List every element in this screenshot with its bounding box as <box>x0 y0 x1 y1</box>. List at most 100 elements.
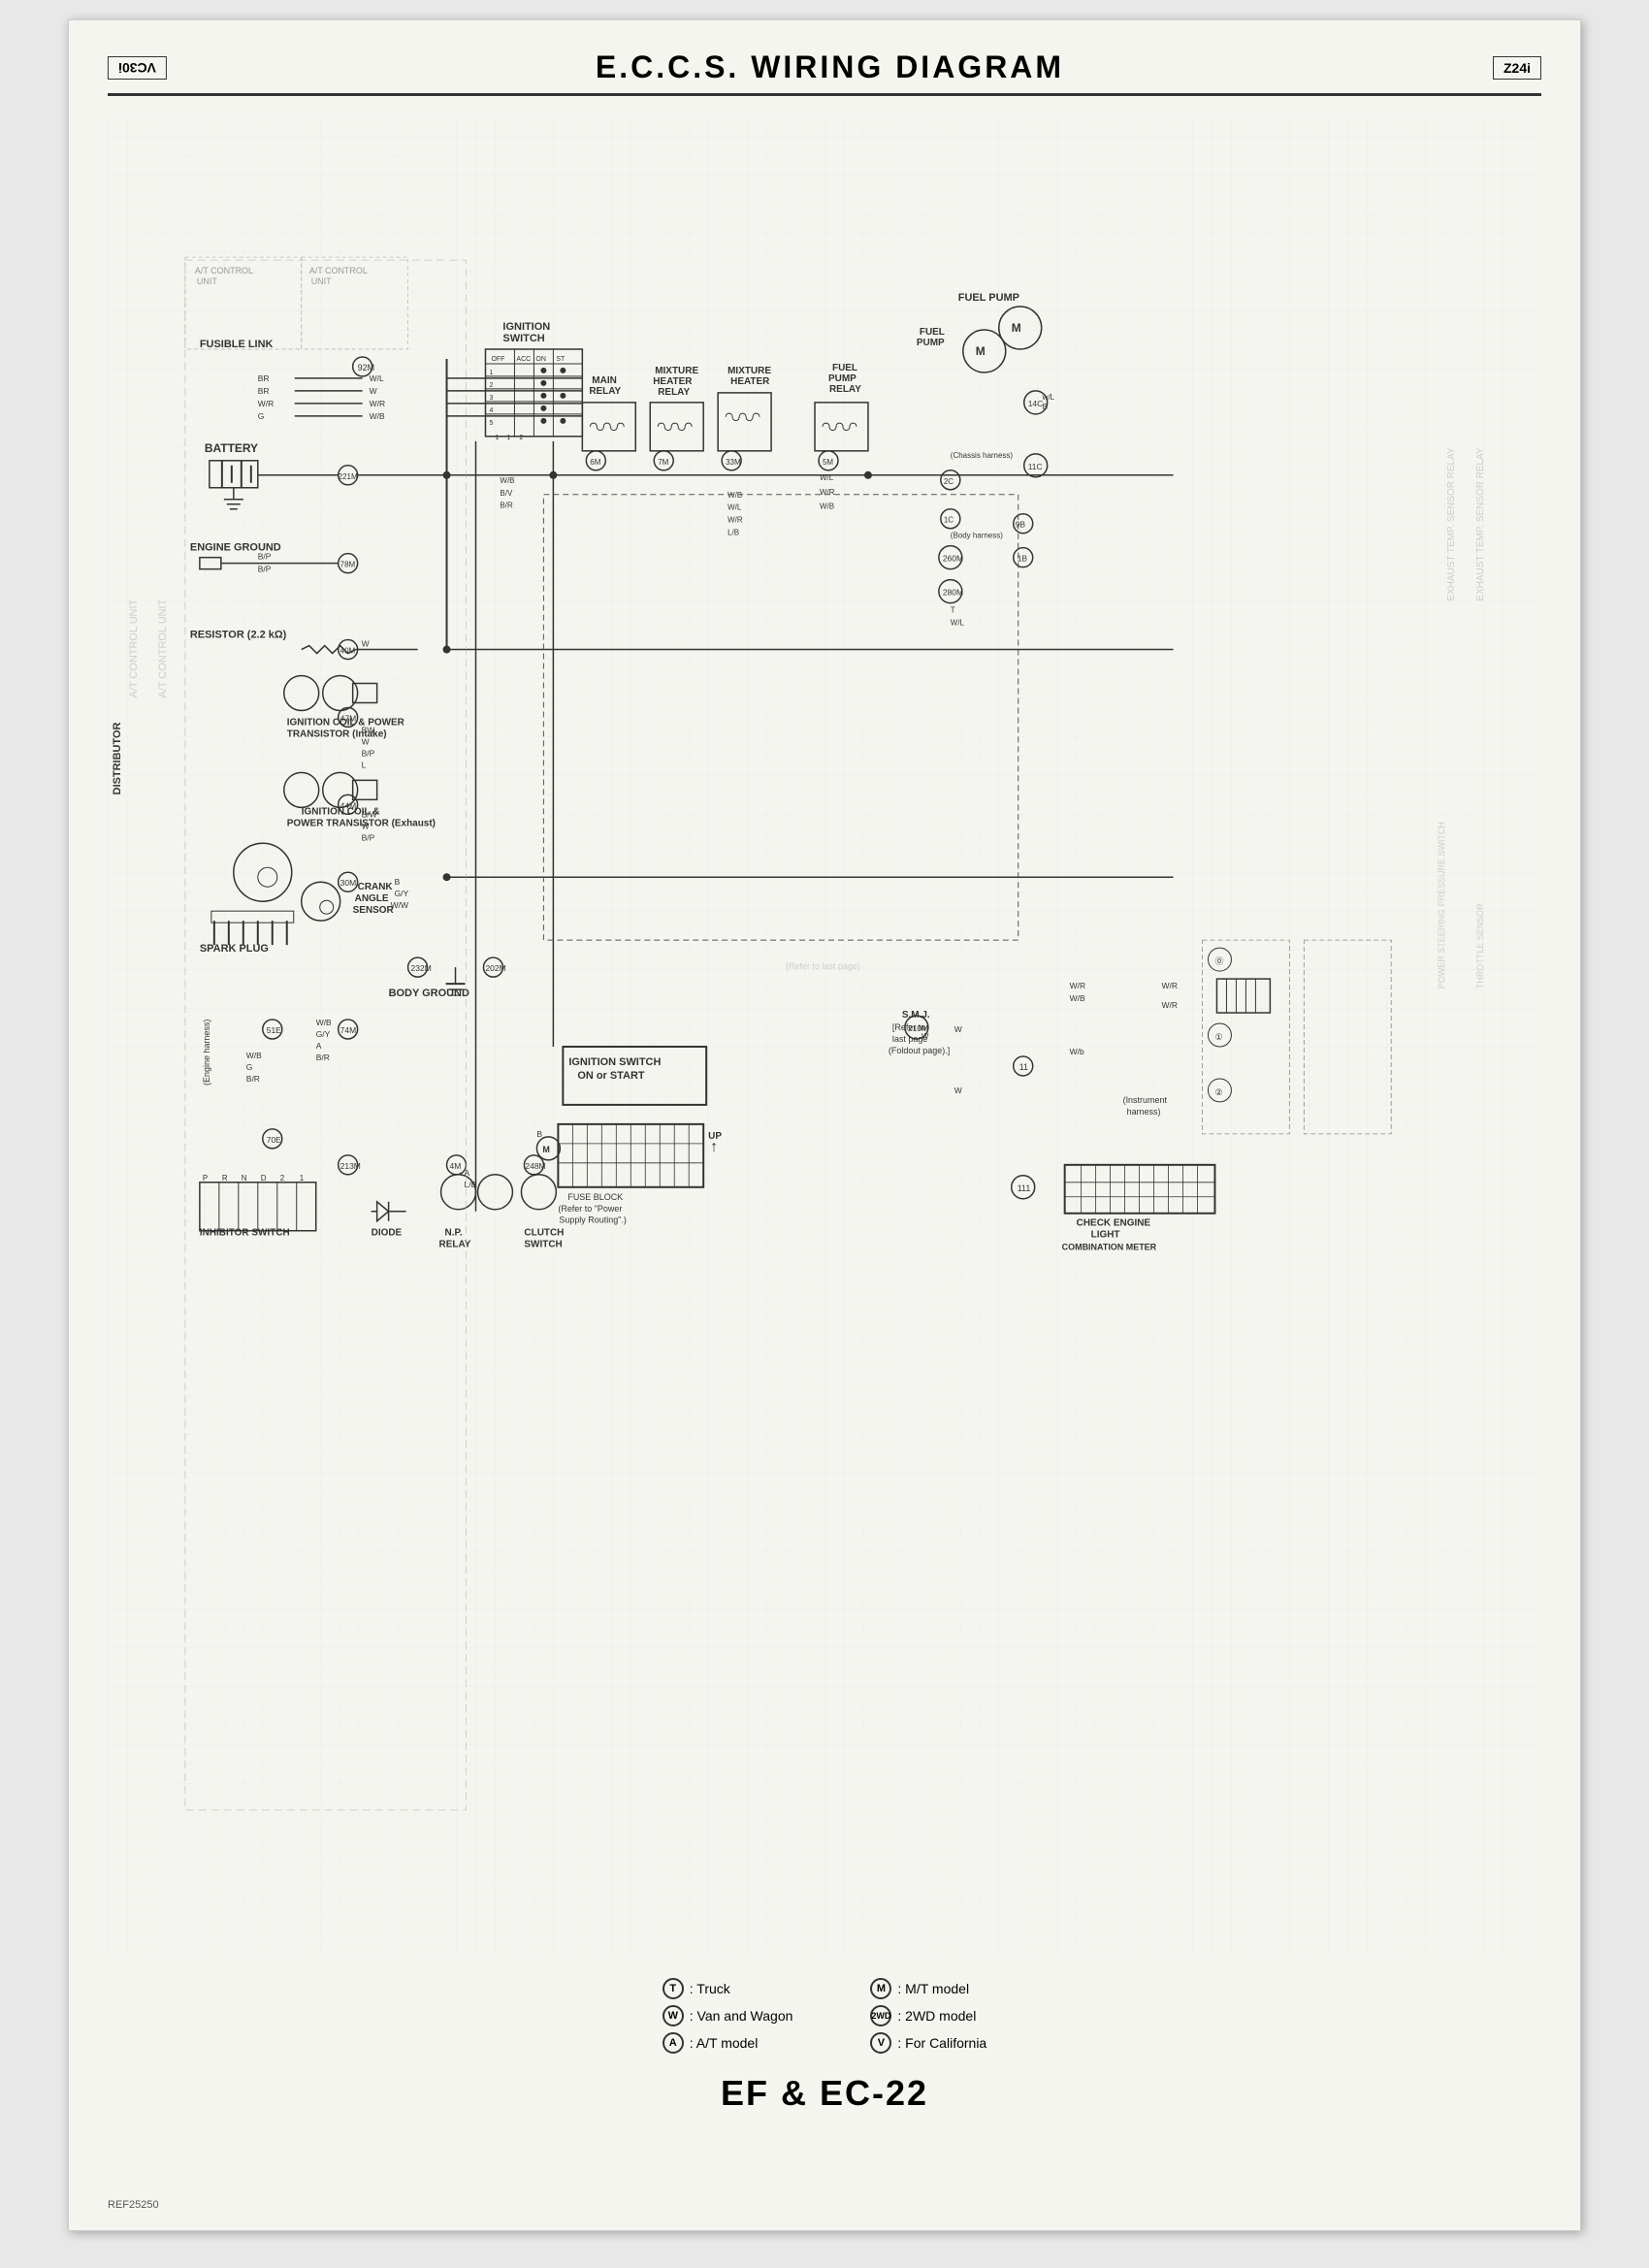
legend-item-van: W : Van and Wagon <box>663 2005 793 2026</box>
legend-label-at: : A/T model <box>690 2035 759 2051</box>
svg-text:RELAY: RELAY <box>589 386 621 397</box>
left-page-ref: VC30i <box>108 56 167 80</box>
svg-text:A/T CONTROL: A/T CONTROL <box>195 266 253 275</box>
svg-text:11: 11 <box>1019 1062 1028 1072</box>
svg-text:B/P: B/P <box>362 832 375 842</box>
legend-symbol-at: A <box>663 2032 684 2054</box>
svg-text:W/R: W/R <box>728 516 743 525</box>
svg-text:1: 1 <box>489 370 493 376</box>
svg-text:HEATER: HEATER <box>730 376 769 387</box>
svg-text:RELAY: RELAY <box>829 384 861 395</box>
svg-text:MIXTURE: MIXTURE <box>655 366 698 376</box>
svg-text:①: ① <box>1214 1032 1222 1042</box>
svg-text:(Refer to "Power: (Refer to "Power <box>558 1204 622 1214</box>
svg-text:BR: BR <box>258 386 270 396</box>
legend-item-mt: M : M/T model <box>870 1978 986 1999</box>
svg-text:CLUTCH: CLUTCH <box>524 1228 564 1239</box>
svg-text:14C: 14C <box>1028 399 1044 408</box>
svg-text:2C: 2C <box>944 477 954 486</box>
svg-text:W: W <box>362 821 370 830</box>
svg-text:M: M <box>976 344 986 358</box>
svg-text:W/B: W/B <box>1070 993 1085 1003</box>
legend-item-2wd: 2WD : 2WD model <box>870 2005 986 2026</box>
svg-text:W: W <box>362 736 370 746</box>
svg-text:W/R: W/R <box>370 399 385 408</box>
svg-text:UNIT: UNIT <box>311 276 332 286</box>
svg-text:harness): harness) <box>1127 1107 1161 1117</box>
svg-text:W/L: W/L <box>951 619 965 628</box>
svg-text:BATTERY: BATTERY <box>205 441 258 455</box>
svg-text:B: B <box>395 877 401 887</box>
svg-text:1B: 1B <box>1018 554 1028 564</box>
svg-text:A/T CONTROL UNIT: A/T CONTROL UNIT <box>128 599 140 697</box>
svg-text:ACC: ACC <box>516 356 531 363</box>
svg-text:6M: 6M <box>590 458 600 467</box>
svg-text:B/V: B/V <box>500 489 513 498</box>
svg-text:LIGHT: LIGHT <box>1091 1230 1120 1241</box>
svg-text:111: 111 <box>1018 1183 1031 1193</box>
svg-text:G: G <box>246 1062 253 1072</box>
svg-text:260M: 260M <box>943 554 963 564</box>
svg-text:N: N <box>242 1174 247 1183</box>
svg-text:B/R: B/R <box>316 1053 330 1062</box>
svg-text:⓪: ⓪ <box>1214 956 1223 966</box>
svg-text:BW: BW <box>362 725 375 734</box>
svg-text:HEATER: HEATER <box>653 376 692 387</box>
svg-text:W: W <box>954 1024 962 1034</box>
svg-text:221M: 221M <box>339 472 358 481</box>
legend-symbol-truck: T <box>663 1978 684 1999</box>
legend-label-truck: : Truck <box>690 1981 730 1996</box>
legend-symbol-mt: M <box>870 1978 891 1999</box>
svg-text:W/B: W/B <box>820 502 834 511</box>
svg-text:SWITCH: SWITCH <box>502 333 544 344</box>
svg-text:74M: 74M <box>340 1025 356 1035</box>
svg-text:B: B <box>1043 403 1048 411</box>
svg-text:B/R: B/R <box>246 1074 260 1084</box>
svg-text:RESISTOR (2.2 kΩ): RESISTOR (2.2 kΩ) <box>190 630 287 641</box>
page-title: E.C.C.S. WIRING DIAGRAM <box>167 49 1493 85</box>
svg-text:4: 4 <box>489 407 493 414</box>
legend-column-left: T : Truck W : Van and Wagon A : A/T mode… <box>663 1978 793 2054</box>
svg-text:9B: 9B <box>1016 520 1026 530</box>
legend-item-ca: V : For California <box>870 2032 986 2054</box>
svg-text:44M: 44M <box>340 800 356 810</box>
svg-text:B/R: B/R <box>500 502 513 510</box>
legend-item-truck: T : Truck <box>663 1978 793 1999</box>
svg-text:L: L <box>362 760 367 769</box>
svg-text:1C: 1C <box>944 516 954 525</box>
svg-text:1: 1 <box>300 1174 305 1183</box>
svg-text:W/R: W/R <box>820 488 835 497</box>
svg-text:MIXTURE: MIXTURE <box>728 366 771 376</box>
legend-symbol-van: W <box>663 2005 684 2026</box>
svg-text:RELAY: RELAY <box>658 387 690 398</box>
svg-text:FUSIBLE LINK: FUSIBLE LINK <box>200 339 274 350</box>
svg-text:W/R: W/R <box>258 399 274 408</box>
svg-text:②: ② <box>1214 1087 1222 1097</box>
svg-text:A: A <box>465 1168 470 1178</box>
svg-text:W: W <box>362 639 370 649</box>
svg-text:COMBINATION METER: COMBINATION METER <box>1062 1243 1157 1252</box>
svg-text:(Body harness): (Body harness) <box>951 532 1003 540</box>
svg-text:w/L: w/L <box>1042 393 1055 402</box>
legend-label-ca: : For California <box>897 2035 986 2051</box>
svg-text:W/L: W/L <box>728 503 742 512</box>
svg-text:40M: 40M <box>340 647 356 656</box>
svg-text:↑: ↑ <box>710 1139 718 1155</box>
svg-text:W/W: W/W <box>391 900 408 910</box>
svg-text:(Instrument: (Instrument <box>1123 1095 1168 1105</box>
svg-text:(Refer to last page): (Refer to last page) <box>786 961 860 971</box>
svg-text:G/Y: G/Y <box>316 1029 331 1039</box>
svg-text:(Engine harness): (Engine harness) <box>202 1020 211 1085</box>
diagram-svg: A/T CONTROL UNIT A/T CONTROL UNIT EXHAUS… <box>108 115 1541 1959</box>
svg-text:D: D <box>261 1174 267 1183</box>
legend-symbol-2wd: 2WD <box>870 2005 891 2026</box>
svg-text:INHIBITOR SWITCH: INHIBITOR SWITCH <box>200 1228 290 1239</box>
svg-text:ON: ON <box>535 356 545 363</box>
svg-text:202M: 202M <box>485 963 505 973</box>
svg-text:M: M <box>542 1145 549 1154</box>
svg-text:B: B <box>536 1129 542 1139</box>
svg-text:IGNITION SWITCH: IGNITION SWITCH <box>568 1056 661 1068</box>
svg-text:W/R: W/R <box>1162 1000 1178 1010</box>
svg-text:B/W: B/W <box>362 809 377 819</box>
svg-text:CRANK: CRANK <box>358 882 394 892</box>
